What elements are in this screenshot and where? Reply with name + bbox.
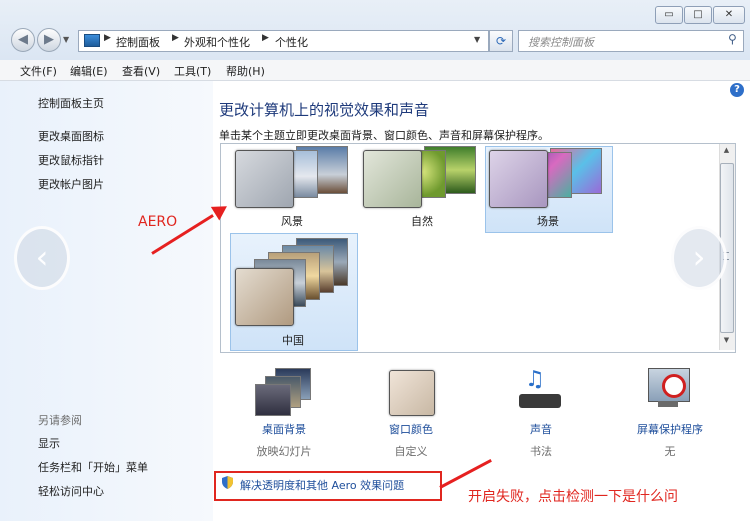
menu-edit[interactable]: 编辑(E) [70, 63, 108, 79]
theme-glass-thumbnail-scenes [489, 150, 548, 208]
refresh-icon: ⟳ [495, 34, 507, 48]
change-account-picture-link[interactable]: 更改帐户图片 [38, 176, 104, 192]
troubleshoot-aero-link[interactable]: 解决透明度和其他 Aero 效果问题 [240, 477, 404, 493]
monitor-stand-icon [658, 401, 678, 407]
breadcrumb-separator-icon: ▶ [172, 33, 179, 43]
address-dropdown-icon[interactable]: ▼ [474, 35, 480, 44]
back-arrow-icon: ◀ [18, 32, 28, 47]
window-color-option[interactable] [389, 370, 435, 416]
search-icon[interactable]: ⚲ [728, 32, 737, 46]
scroll-down-arrow-icon[interactable]: ▼ [719, 336, 734, 348]
see-also-heading: 另请参阅 [38, 414, 82, 427]
no-entry-icon [662, 374, 686, 398]
desktop-background-value: 放映幻灯片 [256, 445, 312, 458]
control-panel-home-link[interactable]: 控制面板主页 [38, 95, 104, 111]
close-button[interactable]: ✕ [713, 6, 745, 24]
theme-label-landscape: 风景 [281, 215, 303, 228]
breadcrumb-personalization[interactable]: 个性化 [275, 34, 308, 50]
desktop-background-label[interactable]: 桌面背景 [234, 421, 334, 437]
window-color-label[interactable]: 窗口颜色 [361, 421, 461, 437]
ease-of-access-link[interactable]: 轻松访问中心 [38, 483, 104, 499]
page-title: 更改计算机上的视觉效果和声音 [219, 101, 430, 119]
forward-button[interactable]: ▶ [37, 28, 61, 52]
display-link[interactable]: 显示 [38, 435, 60, 451]
recent-pages-chevron-icon[interactable]: ▼ [63, 35, 69, 44]
sounds-label[interactable]: 声音 [491, 421, 591, 437]
keyboard-icon [519, 394, 561, 408]
theme-glass-thumbnail-nature [363, 150, 422, 208]
help-icon[interactable]: ? [730, 83, 744, 97]
window-color-value: 自定义 [394, 445, 428, 458]
page-description: 单击某个主题立即更改桌面背景、窗口颜色、声音和屏幕保护程序。 [219, 129, 549, 142]
breadcrumb-separator-icon: ▶ [262, 33, 269, 43]
taskbar-start-menu-link[interactable]: 任务栏和「开始」菜单 [38, 459, 148, 475]
fail-annotation: 开启失败，点击检测一下是什么问 [468, 489, 678, 505]
shield-icon [222, 476, 233, 489]
change-desktop-icons-link[interactable]: 更改桌面图标 [38, 128, 104, 144]
screensaver-option[interactable] [646, 368, 696, 416]
breadcrumb-appearance[interactable]: 外观和个性化 [184, 34, 250, 50]
change-mouse-pointer-link[interactable]: 更改鼠标指针 [38, 152, 104, 168]
theme-glass-thumbnail-landscape [235, 150, 294, 208]
minimize-button[interactable]: ▭ [655, 6, 683, 24]
desktop-background-option[interactable] [253, 368, 311, 416]
music-note-icon: ♫ [525, 367, 545, 392]
menu-help[interactable]: 帮助(H) [226, 63, 265, 79]
aero-annotation: AERO [138, 214, 178, 230]
back-button[interactable]: ◀ [11, 28, 35, 52]
menu-tools[interactable]: 工具(T) [174, 63, 211, 79]
menu-bar [0, 60, 750, 81]
screensaver-label[interactable]: 屏幕保护程序 [620, 421, 720, 437]
screensaver-value: 无 [664, 445, 676, 458]
theme-label-nature: 自然 [411, 215, 433, 228]
chevron-right-icon: › [692, 238, 706, 276]
theme-label-china: 中国 [282, 334, 304, 347]
chevron-left-icon: ‹ [35, 238, 49, 276]
sounds-option[interactable]: ♫ [517, 368, 565, 414]
search-placeholder: 搜索控制面板 [528, 36, 594, 49]
theme-glass-thumbnail-china [235, 268, 294, 326]
next-overlay-button[interactable]: › [671, 226, 727, 290]
menu-view[interactable]: 查看(V) [122, 63, 160, 79]
desktop-background-thumb-1 [255, 384, 291, 416]
control-panel-icon [84, 34, 100, 47]
menu-file[interactable]: 文件(F) [20, 63, 57, 79]
scroll-up-arrow-icon[interactable]: ▲ [719, 146, 734, 158]
previous-overlay-button[interactable]: ‹ [14, 226, 70, 290]
breadcrumb-control-panel[interactable]: 控制面板 [116, 34, 160, 50]
sounds-value: 书法 [530, 445, 552, 458]
theme-label-scenes: 场景 [537, 215, 559, 228]
refresh-button[interactable]: ⟳ [489, 30, 513, 52]
task-pane [0, 81, 213, 521]
breadcrumb-separator-icon: ▶ [104, 33, 111, 43]
fail-arrow-line [439, 458, 492, 489]
forward-arrow-icon: ▶ [44, 32, 54, 47]
maximize-button[interactable]: □ [684, 6, 712, 24]
